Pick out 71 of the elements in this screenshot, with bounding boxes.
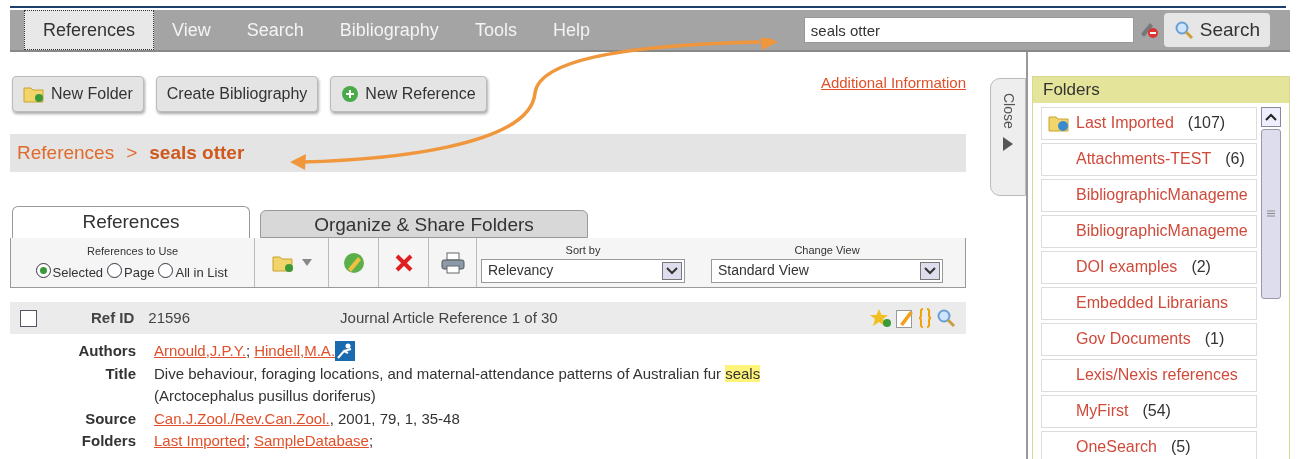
toolbar-button[interactable]: Create Bibliography	[155, 76, 319, 112]
sort-by-label: Sort by	[565, 243, 601, 259]
search-icon[interactable]	[936, 308, 956, 328]
title-text: Dive behaviour, foraging locations, and maternal-attendance patterns of Australian fur seals	[154, 363, 761, 384]
folder-item[interactable]: Lexis/Nexis references	[1041, 358, 1257, 392]
field-label: Source	[84, 408, 137, 429]
additional-information-link[interactable]: Additional Information	[820, 72, 966, 95]
toolbar-button[interactable]: New Reference	[330, 76, 487, 112]
checkbox[interactable]	[20, 309, 37, 327]
separator-text: ;	[245, 431, 250, 451]
field-link[interactable]: Last Imported	[154, 430, 246, 453]
grip-icon	[1267, 210, 1275, 217]
reference-type: Journal Article Reference 1 of 30	[340, 307, 558, 328]
field-label: Authors	[77, 341, 137, 361]
edit-icon[interactable]	[896, 308, 914, 328]
title-text: (Arctocephalus pusillus doriferus)	[154, 386, 377, 406]
field-link[interactable]: SampleDatabase	[253, 430, 369, 453]
field-label: Title	[104, 363, 137, 384]
folder-item[interactable]: BibliographicManageme	[1041, 178, 1257, 212]
folder-item[interactable]: MyFirst (54)	[1041, 394, 1257, 428]
dropdown-caret-icon	[301, 258, 312, 267]
scrollbar-thumb[interactable]	[1261, 128, 1281, 299]
folder-item[interactable]: Gov Documents (1)	[1041, 322, 1257, 356]
breadcrumb-separator: >	[126, 140, 138, 165]
printer-icon	[440, 251, 465, 274]
folder-item[interactable]: DOI examples (2)	[1041, 250, 1257, 284]
field-link[interactable]: Arnould,J.P.Y.	[154, 340, 246, 363]
globe-pencil-icon	[341, 250, 366, 275]
folder-item[interactable]: BibliographicManageme	[1041, 214, 1257, 248]
field-link[interactable]: Hindell,M.A.	[254, 340, 336, 363]
menu-item[interactable]: References	[24, 10, 155, 50]
ref-id-value: 21596	[148, 307, 191, 328]
folder-item[interactable]: Last Imported (107)	[1041, 106, 1257, 140]
source-link[interactable]: Can.J.Zool./Rev.Can.Zool.	[154, 407, 330, 430]
folders-title: Folders	[1033, 77, 1289, 103]
folder-item[interactable]: Embedded Librarians	[1041, 286, 1257, 320]
folder-globe-icon	[1048, 114, 1070, 132]
search-icon	[1173, 20, 1194, 40]
search-field[interactable]: seals otter	[803, 17, 1134, 43]
separator-text: ;	[246, 341, 251, 361]
separator-text: ;	[368, 431, 374, 451]
scroll-up-icon[interactable]	[1265, 112, 1277, 121]
ref-id-label: Ref ID	[91, 307, 135, 328]
radio-button[interactable]	[35, 263, 51, 279]
close-icon	[393, 252, 414, 273]
radio-label: Page	[124, 264, 155, 282]
change-view-label: Change View	[794, 243, 860, 259]
tab[interactable]: References	[12, 206, 250, 238]
caret-icon	[1003, 136, 1013, 151]
field-label: Folders	[80, 431, 137, 451]
radio-label: All in List	[175, 264, 228, 282]
breadcrumb-current: seals otter	[149, 140, 245, 165]
radio-button[interactable]	[158, 263, 174, 279]
folder-item[interactable]: OneSearch (5)	[1041, 430, 1257, 459]
sort-by-dropdown[interactable]: Relevancy	[481, 258, 685, 283]
radio-button[interactable]	[107, 263, 123, 279]
change-view-dropdown[interactable]: Standard View	[711, 258, 943, 283]
dropdown-caret-icon	[662, 261, 682, 280]
person-icon[interactable]	[335, 341, 356, 362]
folder-add-icon	[23, 85, 45, 103]
radio-label: Selected	[52, 264, 104, 282]
close-tab[interactable]: Close	[990, 78, 1026, 196]
star-add-icon	[870, 308, 892, 328]
folder-item[interactable]: Attachments-TEST (6)	[1041, 142, 1257, 176]
references-to-use-label: References to Use	[86, 243, 179, 259]
search-button[interactable]: Search	[1163, 13, 1270, 47]
dropdown-caret-icon	[920, 261, 940, 280]
plus-circle-icon	[341, 85, 360, 103]
toolbar-button[interactable]: New Folder	[12, 76, 144, 112]
tab[interactable]: Organize & Share Folders	[260, 210, 588, 238]
source-text: , 2001, 79, 1, 35-48	[329, 408, 460, 429]
